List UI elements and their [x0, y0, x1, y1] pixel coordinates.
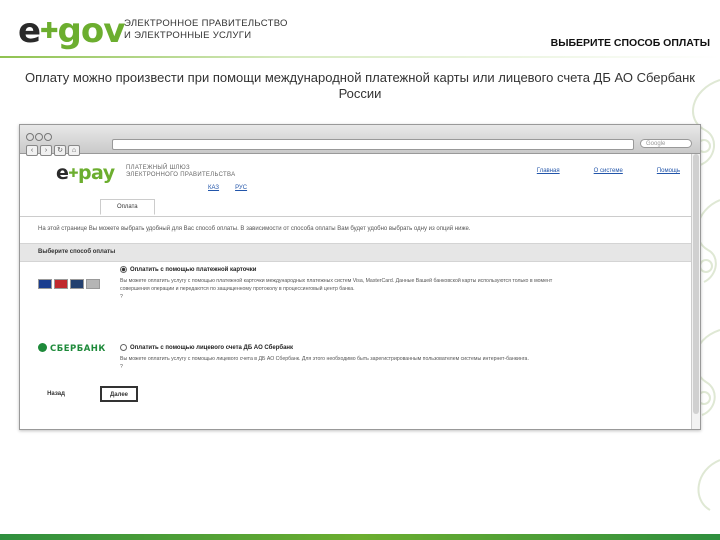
next-button[interactable]: Далее	[100, 386, 138, 402]
payment-option-sber: СБЕРБАНК Оплатить с помощью лицевого сче…	[20, 340, 700, 382]
search-input[interactable]: Google	[640, 139, 692, 148]
gateway-name: ПЛАТЕЖНЫЙ ШЛЮЗ ЭЛЕКТРОННОГО ПРАВИТЕЛЬСТВ…	[126, 165, 236, 178]
page-title: ВЫБЕРИТЕ СПОСОБ ОПЛАТЫ	[550, 37, 710, 49]
button-row: Назад Далее	[20, 382, 700, 406]
card-icon	[86, 279, 100, 289]
maestro-icon	[70, 279, 84, 289]
option-title[interactable]: Оплатить с помощью лицевого счета ДБ АО …	[120, 344, 293, 351]
scrollbar[interactable]	[691, 154, 700, 429]
option-description: Вы можете оплатить услугу с помощью плат…	[120, 278, 553, 300]
site-header: e✚pay ПЛАТЕЖНЫЙ ШЛЮЗ ЭЛЕКТРОННОГО ПРАВИТ…	[20, 154, 700, 196]
intro-text: На этой странице Вы можете выбрать удобн…	[38, 226, 471, 232]
tab-payment[interactable]: Оплата	[100, 199, 155, 215]
option-description: Вы можете оплатить услугу с помощью лице…	[120, 356, 529, 370]
mastercard-icon	[54, 279, 68, 289]
help-link[interactable]: ?	[120, 364, 123, 370]
browser-toolbar: ‹ › ↻ ⌂ Google	[20, 125, 700, 156]
footer-bar	[0, 534, 720, 540]
help-link[interactable]: ?	[120, 294, 123, 300]
scrollbar-thumb[interactable]	[693, 154, 699, 414]
radio-card-selected[interactable]	[120, 266, 127, 273]
egov-logo: e✚gov	[18, 11, 125, 51]
section-heading: Выберите способ оплаты	[20, 243, 700, 262]
top-nav: Главная О системе Помощь	[503, 168, 680, 174]
org-name: ЭЛЕКТРОННОЕ ПРАВИТЕЛЬСТВО И ЭЛЕКТРОННЫЕ …	[124, 18, 288, 41]
tab-bar: Оплата	[20, 196, 700, 217]
epay-logo: e✚pay	[56, 162, 115, 184]
lang-rus-link[interactable]: РУС	[235, 185, 247, 191]
sberbank-icon	[38, 343, 47, 352]
back-button[interactable]: Назад	[38, 386, 74, 402]
plus-icon: ✚	[40, 19, 58, 44]
radio-sber[interactable]	[120, 344, 127, 351]
nav-link-about[interactable]: О системе	[594, 168, 623, 174]
address-bar[interactable]	[112, 139, 634, 150]
browser-window: ‹ › ↻ ⌂ Google e✚pay ПЛАТЕЖНЫЙ ШЛЮЗ ЭЛЕКТРО…	[19, 124, 701, 430]
option-title[interactable]: Оплатить с помощью платежной карточки	[120, 266, 256, 273]
language-switcher: КАЗ РУС	[208, 185, 263, 191]
card-logos	[38, 276, 102, 294]
plus-icon: ✚	[68, 166, 78, 180]
header-divider	[0, 56, 720, 58]
nav-link-help[interactable]: Помощь	[657, 168, 680, 174]
nav-link-home[interactable]: Главная	[537, 168, 560, 174]
lead-text: Оплату можно произвести при помощи между…	[25, 70, 695, 101]
payment-option-card: Оплатить с помощью платежной карточки Вы…	[20, 262, 700, 340]
lang-kaz-link[interactable]: КАЗ	[208, 185, 219, 191]
site-content: e✚pay ПЛАТЕЖНЫЙ ШЛЮЗ ЭЛЕКТРОННОГО ПРАВИТ…	[20, 154, 700, 406]
sberbank-logo: СБЕРБАНК	[38, 343, 106, 354]
visa-icon	[38, 279, 52, 289]
